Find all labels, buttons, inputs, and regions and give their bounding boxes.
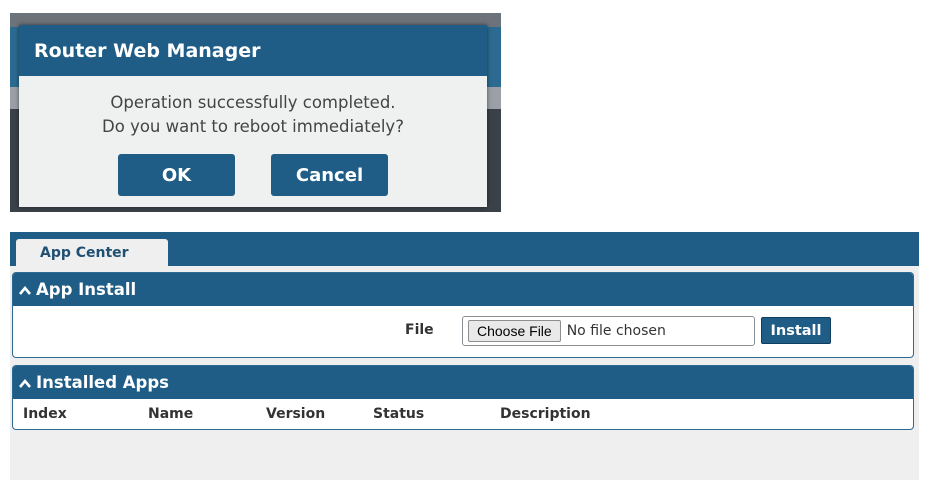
dialog-message-line1: Operation successfully completed. (110, 93, 396, 112)
app-install-title: App Install (36, 280, 137, 299)
cancel-button[interactable]: Cancel (271, 154, 388, 196)
dialog-title: Router Web Manager (19, 25, 487, 76)
dialog-message-line2: Do you want to reboot immediately? (102, 117, 404, 136)
installed-apps-title: Installed Apps (36, 373, 169, 392)
file-label: File (405, 322, 434, 338)
file-status: No file chosen (566, 323, 666, 339)
install-button[interactable]: Install (761, 317, 831, 344)
reboot-dialog: Router Web Manager Operation successfull… (19, 25, 487, 207)
app-center-screenshot: App Center App Install File Choose File … (10, 232, 919, 480)
file-input[interactable]: Choose File No file chosen (462, 316, 755, 346)
app-install-header[interactable]: App Install (13, 273, 913, 306)
tab-bar: App Center (10, 232, 919, 266)
choose-file-button[interactable]: Choose File (468, 320, 561, 342)
dialog-message: Operation successfully completed. Do you… (19, 76, 487, 139)
column-header-name: Name (148, 406, 194, 422)
chevron-up-icon (19, 283, 31, 299)
column-header-description: Description (500, 406, 591, 422)
dialog-screenshot: Router Web Manager Operation successfull… (10, 13, 501, 212)
column-header-version: Version (266, 406, 326, 422)
chevron-up-icon (19, 376, 31, 392)
app-install-panel: App Install File Choose File No file cho… (12, 272, 914, 358)
installed-apps-panel: Installed Apps Index Name Version Status… (12, 365, 914, 430)
ok-button[interactable]: OK (118, 154, 235, 196)
column-header-index: Index (23, 406, 67, 422)
installed-apps-header[interactable]: Installed Apps (13, 366, 913, 399)
tab-app-center[interactable]: App Center (16, 239, 168, 266)
column-header-status: Status (373, 406, 425, 422)
